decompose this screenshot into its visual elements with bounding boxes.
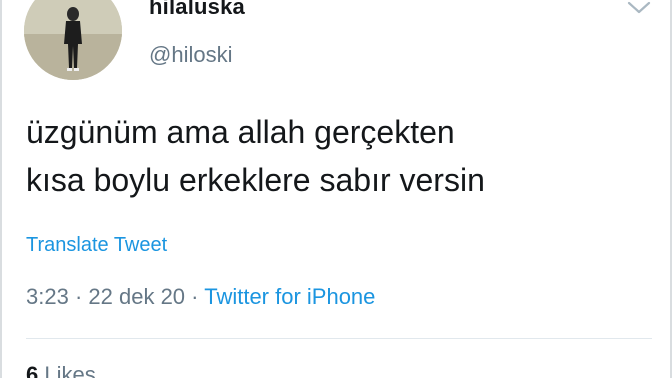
- user-handle[interactable]: @hiloski: [149, 42, 232, 68]
- tweet-date[interactable]: 22 dek 20: [88, 284, 185, 309]
- meta-separator: ·: [74, 284, 83, 309]
- profile-photo-icon: [24, 0, 122, 80]
- likes-count: 6: [26, 362, 39, 378]
- likes-label: Likes: [44, 362, 96, 378]
- tweet-source-link[interactable]: Twitter for iPhone: [204, 284, 375, 309]
- likes-stat[interactable]: 6 Likes: [26, 362, 96, 378]
- avatar[interactable]: [24, 0, 122, 80]
- tweet-time[interactable]: 3:23: [26, 284, 69, 309]
- chevron-down-icon[interactable]: [626, 0, 652, 18]
- tweet-metadata: 3:23 · 22 dek 20 · Twitter for iPhone: [26, 284, 375, 310]
- tweet-card: hilaluska @hiloski üzgünüm ama allah ger…: [0, 0, 672, 378]
- tweet-text-line-2: kısa boylu erkeklere sabır versin: [26, 162, 485, 198]
- tweet-text-line-1: üzgünüm ama allah gerçekten: [26, 114, 455, 150]
- divider: [26, 338, 652, 339]
- tweet-text: üzgünüm ama allah gerçekten kısa boylu e…: [26, 108, 646, 204]
- display-name[interactable]: hilaluska: [149, 0, 245, 20]
- meta-separator: ·: [191, 284, 199, 309]
- translate-tweet-link[interactable]: Translate Tweet: [26, 234, 167, 257]
